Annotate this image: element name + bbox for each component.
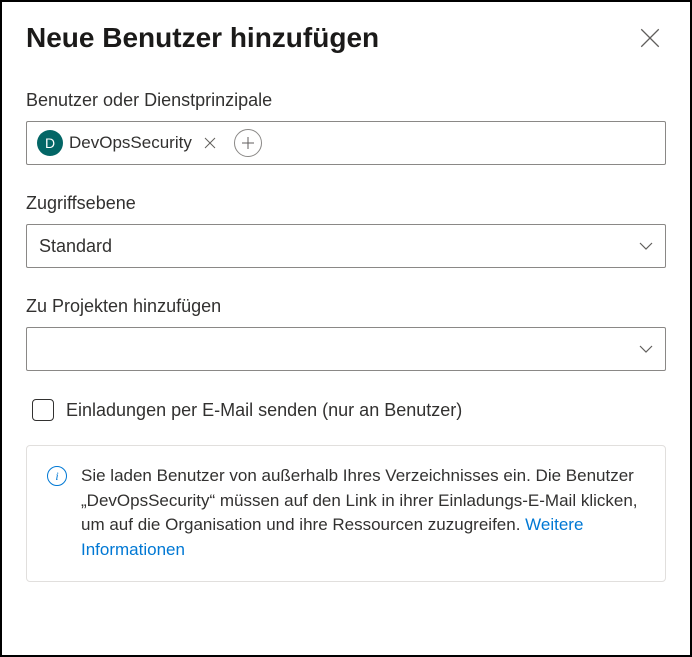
projects-label: Zu Projekten hinzufügen (26, 296, 666, 317)
add-user-button[interactable] (234, 129, 262, 157)
info-icon: i (47, 466, 67, 486)
chip-remove-button[interactable] (198, 131, 222, 155)
dialog-header: Neue Benutzer hinzufügen (26, 22, 666, 54)
chip-label: DevOpsSecurity (69, 133, 192, 153)
access-level-value: Standard (39, 236, 112, 257)
info-message-box: i Sie laden Benutzer von außerhalb Ihres… (26, 445, 666, 582)
access-level-field-group: Zugriffsebene Standard (26, 193, 666, 268)
close-icon (204, 137, 216, 149)
chevron-down-icon (639, 345, 653, 353)
close-button[interactable] (634, 22, 666, 54)
close-icon (640, 28, 660, 48)
users-field-label: Benutzer oder Dienstprinzipale (26, 90, 666, 111)
access-level-dropdown[interactable]: Standard (26, 224, 666, 268)
email-invite-label: Einladungen per E-Mail senden (nur an Be… (66, 400, 462, 421)
email-invite-row: Einladungen per E-Mail senden (nur an Be… (26, 399, 666, 421)
dialog-title: Neue Benutzer hinzufügen (26, 22, 379, 54)
projects-field-group: Zu Projekten hinzufügen (26, 296, 666, 371)
projects-dropdown[interactable] (26, 327, 666, 371)
info-text: Sie laden Benutzer von außerhalb Ihres V… (81, 464, 645, 563)
avatar: D (37, 130, 63, 156)
email-invite-checkbox[interactable] (32, 399, 54, 421)
access-level-label: Zugriffsebene (26, 193, 666, 214)
user-chip: D DevOpsSecurity (35, 128, 226, 158)
chevron-down-icon (639, 242, 653, 250)
plus-icon (241, 136, 255, 150)
people-picker[interactable]: D DevOpsSecurity (26, 121, 666, 165)
users-field-group: Benutzer oder Dienstprinzipale D DevOpsS… (26, 90, 666, 165)
